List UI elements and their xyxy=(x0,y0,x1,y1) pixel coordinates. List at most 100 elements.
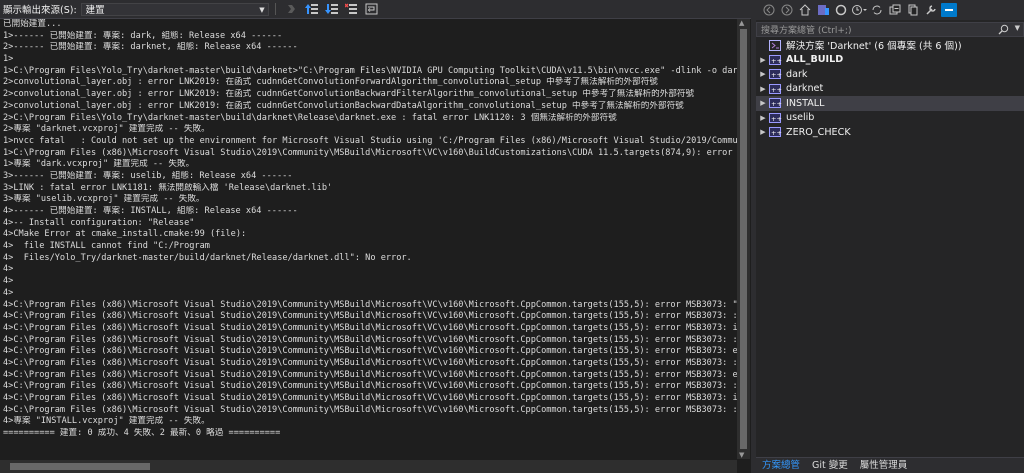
output-line: 4>C:\Program Files (x86)\Microsoft Visua… xyxy=(3,357,739,368)
project-label: dark xyxy=(786,68,808,80)
scroll-up-icon[interactable]: ▲ xyxy=(739,19,744,27)
solution-tree: 解決方案 'Darknet' (6 個專案 (共 6 個)) ▶ ++ ALL_BU… xyxy=(756,38,1024,140)
go-to-previous-message-icon[interactable] xyxy=(304,2,320,16)
project-node-all-build[interactable]: ▶ ++ ALL_BUILD xyxy=(756,53,1024,68)
solution-explorer: 搜尋方案總管 (Ctrl+;) ▼ 解決方案 'Darknet' (6 個專案 … xyxy=(756,0,1024,473)
output-source-dropdown[interactable]: 建置 ▼ xyxy=(80,2,269,16)
output-line: 4> Files/Yolo_Try/darknet-master/build/d… xyxy=(3,252,412,263)
output-line: 4>C:\Program Files (x86)\Microsoft Visua… xyxy=(3,404,739,415)
find-message-icon[interactable] xyxy=(284,2,300,16)
output-log[interactable]: 已開始建置... 1>------ 已開始建置: 專案: dark, 組態: Re… xyxy=(0,19,739,459)
cpp-project-icon: ++ xyxy=(768,126,782,138)
output-line: 3>專案 "uselib.vcxproj" 建置完成 -- 失敗。 xyxy=(3,194,205,205)
output-line: 1>nvcc fatal : Could not set up the envi… xyxy=(3,135,739,146)
svg-text:++: ++ xyxy=(771,86,782,94)
output-line: 4> file INSTALL cannot find "C:/Program xyxy=(3,241,210,252)
output-line: 2>convolutional_layer.obj : error LNK201… xyxy=(3,89,695,100)
horizontal-scrollbar[interactable] xyxy=(0,460,737,473)
switch-views-icon[interactable] xyxy=(815,3,831,17)
toolbar-separator xyxy=(274,3,276,15)
project-node-zero-check[interactable]: ▶ ++ ZERO_CHECK xyxy=(756,125,1024,140)
output-source-value: 建置 xyxy=(85,4,105,16)
project-node-install[interactable]: ▶ ++ INSTALL xyxy=(756,96,1024,111)
output-line: 3>LINK : fatal error LNK1181: 無法開啟輸入檔 'R… xyxy=(3,182,333,193)
show-all-files-icon[interactable] xyxy=(905,3,921,17)
sync-icon[interactable] xyxy=(869,3,885,17)
cpp-project-icon: ++ xyxy=(768,54,782,66)
output-line: 2>C:\Program Files\Yolo_Try\darknet-mast… xyxy=(3,112,617,123)
output-line: 4>C:\Program Files (x86)\Microsoft Visua… xyxy=(3,334,739,345)
forward-icon[interactable] xyxy=(779,3,795,17)
preview-selected-items-icon[interactable] xyxy=(941,3,957,17)
solution-node[interactable]: 解決方案 'Darknet' (6 個專案 (共 6 個)) xyxy=(756,38,1024,53)
svg-text:++: ++ xyxy=(771,57,782,65)
expand-arrow-icon[interactable]: ▶ xyxy=(758,70,768,78)
explorer-tab-bar: 方案總管 Git 變更 屬性管理員 xyxy=(756,457,1024,473)
expand-arrow-icon[interactable]: ▶ xyxy=(758,85,768,93)
cpp-project-icon: ++ xyxy=(768,97,782,109)
scroll-down-icon[interactable]: ▼ xyxy=(739,451,744,459)
output-line: 4>專案 "INSTALL.vcxproj" 建置完成 -- 失敗。 xyxy=(3,416,210,427)
chevron-down-icon[interactable]: ▼ xyxy=(1015,24,1020,32)
cpp-project-icon: ++ xyxy=(768,68,782,80)
project-node-dark[interactable]: ▶ ++ dark xyxy=(756,67,1024,82)
project-label: ALL_BUILD xyxy=(786,54,844,66)
expand-arrow-icon[interactable]: ▶ xyxy=(758,99,768,107)
output-line: 4> xyxy=(3,264,14,275)
output-line: 4>C:\Program Files (x86)\Microsoft Visua… xyxy=(3,311,739,322)
svg-text:++: ++ xyxy=(771,129,782,137)
vertical-scroll-thumb[interactable] xyxy=(740,29,747,449)
horizontal-scroll-thumb[interactable] xyxy=(10,463,150,470)
output-toolbar: 顯示輸出來源(S): 建置 ▼ xyxy=(0,0,751,19)
history-icon[interactable] xyxy=(851,3,867,17)
source-label: 顯示輸出來源(S): xyxy=(3,5,77,16)
output-line: 4>C:\Program Files (x86)\Microsoft Visua… xyxy=(3,393,739,403)
cpp-project-icon: ++ xyxy=(768,112,782,124)
back-icon[interactable] xyxy=(761,3,777,17)
pending-changes-filter-icon[interactable] xyxy=(833,3,849,17)
output-line: 4>C:\Program Files (x86)\Microsoft Visua… xyxy=(3,369,739,380)
output-line: 1> xyxy=(3,54,14,65)
output-line: 2>convolutional_layer.obj : error LNK201… xyxy=(3,100,684,111)
output-line: 3>------ 已開始建置: 專案: uselib, 組態: Release … xyxy=(3,170,293,181)
output-line: 1>------ 已開始建置: 專案: dark, 組態: Release x6… xyxy=(3,30,283,41)
expand-arrow-icon[interactable]: ▶ xyxy=(758,114,768,122)
cpp-project-icon: ++ xyxy=(768,83,782,95)
solution-explorer-toolbar xyxy=(756,0,1024,20)
project-node-darknet[interactable]: ▶ ++ darknet xyxy=(756,82,1024,97)
properties-wrench-icon[interactable] xyxy=(923,3,939,17)
project-node-uselib[interactable]: ▶ ++ uselib xyxy=(756,111,1024,126)
output-line: 4>C:\Program Files (x86)\Microsoft Visua… xyxy=(3,299,739,310)
output-line: 4>C:\Program Files (x86)\Microsoft Visua… xyxy=(3,322,739,333)
expand-arrow-icon[interactable]: ▶ xyxy=(758,128,768,136)
output-line: 4> xyxy=(3,276,14,287)
tab-1[interactable]: Git 變更 xyxy=(806,458,854,473)
output-line: 1>專案 "dark.vcxproj" 建置完成 -- 失敗。 xyxy=(3,159,195,170)
output-line: 2>convolutional_layer.obj : error LNK201… xyxy=(3,77,658,88)
svg-text:++: ++ xyxy=(771,100,782,108)
toggle-word-wrap-icon[interactable] xyxy=(364,2,380,16)
output-line: 2>專案 "darknet.vcxproj" 建置完成 -- 失敗。 xyxy=(3,124,210,135)
search-icon[interactable] xyxy=(998,24,1009,38)
clear-all-icon[interactable] xyxy=(344,2,360,16)
tab-0[interactable]: 方案總管 xyxy=(756,458,806,473)
output-line: 已開始建置... xyxy=(3,19,62,29)
solution-icon xyxy=(768,39,782,51)
output-line: 4>C:\Program Files (x86)\Microsoft Visua… xyxy=(3,381,739,392)
chevron-down-icon: ▼ xyxy=(259,5,265,14)
home-icon[interactable] xyxy=(797,3,813,17)
output-line: 2>------ 已開始建置: 專案: darknet, 組態: Release… xyxy=(3,42,298,53)
project-label: INSTALL xyxy=(786,97,825,109)
go-to-next-message-icon[interactable] xyxy=(324,2,340,16)
tab-2[interactable]: 屬性管理員 xyxy=(854,458,914,473)
output-line: 4>------ 已開始建置: 專案: INSTALL, 組態: Release… xyxy=(3,206,298,216)
vertical-scrollbar[interactable]: ▲ ▼ xyxy=(737,19,750,459)
solution-label: 解決方案 'Darknet' (6 個專案 (共 6 個)) xyxy=(786,41,962,53)
output-line: 4>-- Install configuration: "Release" xyxy=(3,217,195,228)
expand-arrow-icon[interactable]: ▶ xyxy=(758,56,768,64)
project-label: uselib xyxy=(786,112,815,124)
output-line: 1>C:\Program Files (x86)\Microsoft Visua… xyxy=(3,147,739,158)
solution-explorer-search[interactable]: 搜尋方案總管 (Ctrl+;) ▼ xyxy=(756,22,1024,37)
project-label: darknet xyxy=(786,83,824,95)
collapse-all-icon[interactable] xyxy=(887,3,903,17)
